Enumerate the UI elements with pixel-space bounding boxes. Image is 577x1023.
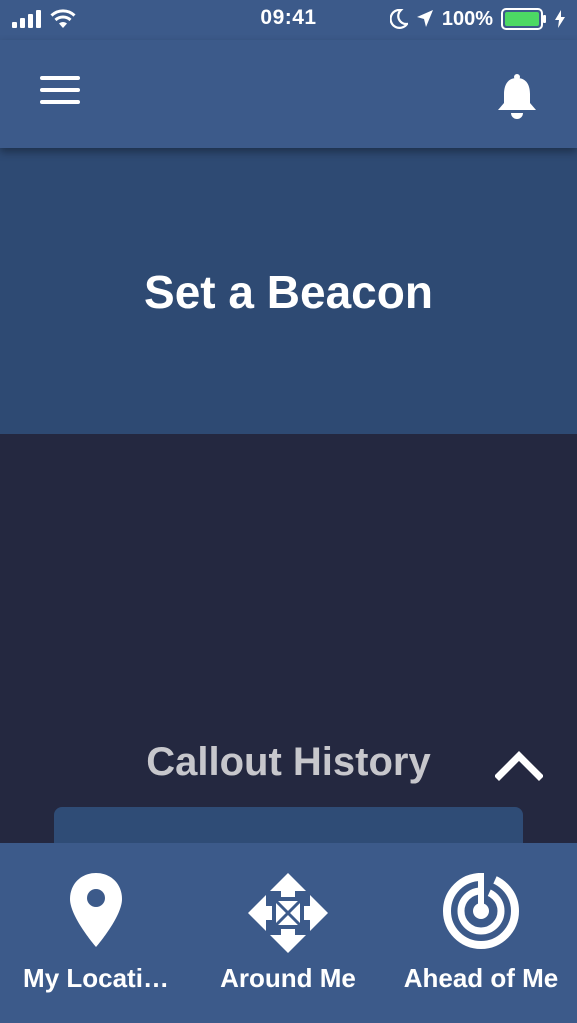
- battery-icon: [501, 8, 546, 30]
- battery-percent: 100%: [441, 7, 493, 30]
- bell-icon[interactable]: [495, 72, 539, 120]
- tab-around-me[interactable]: Around Me: [192, 843, 384, 1023]
- tab-label-ahead-of-me: Ahead of Me: [403, 963, 559, 993]
- status-right-group: 100%: [389, 7, 565, 31]
- map-pin-icon: [70, 873, 122, 947]
- chevron-up-icon[interactable]: [494, 742, 544, 782]
- moon-icon: [389, 9, 408, 29]
- bottom-tab-bar: My Locati… Around Me Ahead of Me: [0, 843, 577, 1023]
- set-beacon-button[interactable]: Set a Beacon: [0, 148, 577, 434]
- tab-label-around-me: Around Me: [220, 963, 356, 993]
- status-bar: 09:41 100%: [0, 0, 577, 40]
- hamburger-menu-icon[interactable]: [38, 76, 84, 116]
- callout-history-title: Callout History: [146, 740, 431, 784]
- nav-bar: [0, 40, 577, 148]
- location-arrow-icon: [416, 10, 433, 27]
- tab-label-my-location: My Locati…: [23, 963, 169, 993]
- tab-ahead-of-me[interactable]: Ahead of Me: [385, 843, 577, 1023]
- tab-my-location[interactable]: My Locati…: [0, 843, 192, 1023]
- callout-history-header[interactable]: Callout History: [0, 734, 577, 794]
- radar-icon: [443, 871, 519, 949]
- main-content-area: Callout History: [0, 434, 577, 867]
- set-beacon-label: Set a Beacon: [144, 266, 433, 318]
- charging-bolt-icon: [555, 10, 565, 28]
- four-arrows-icon: [248, 873, 328, 953]
